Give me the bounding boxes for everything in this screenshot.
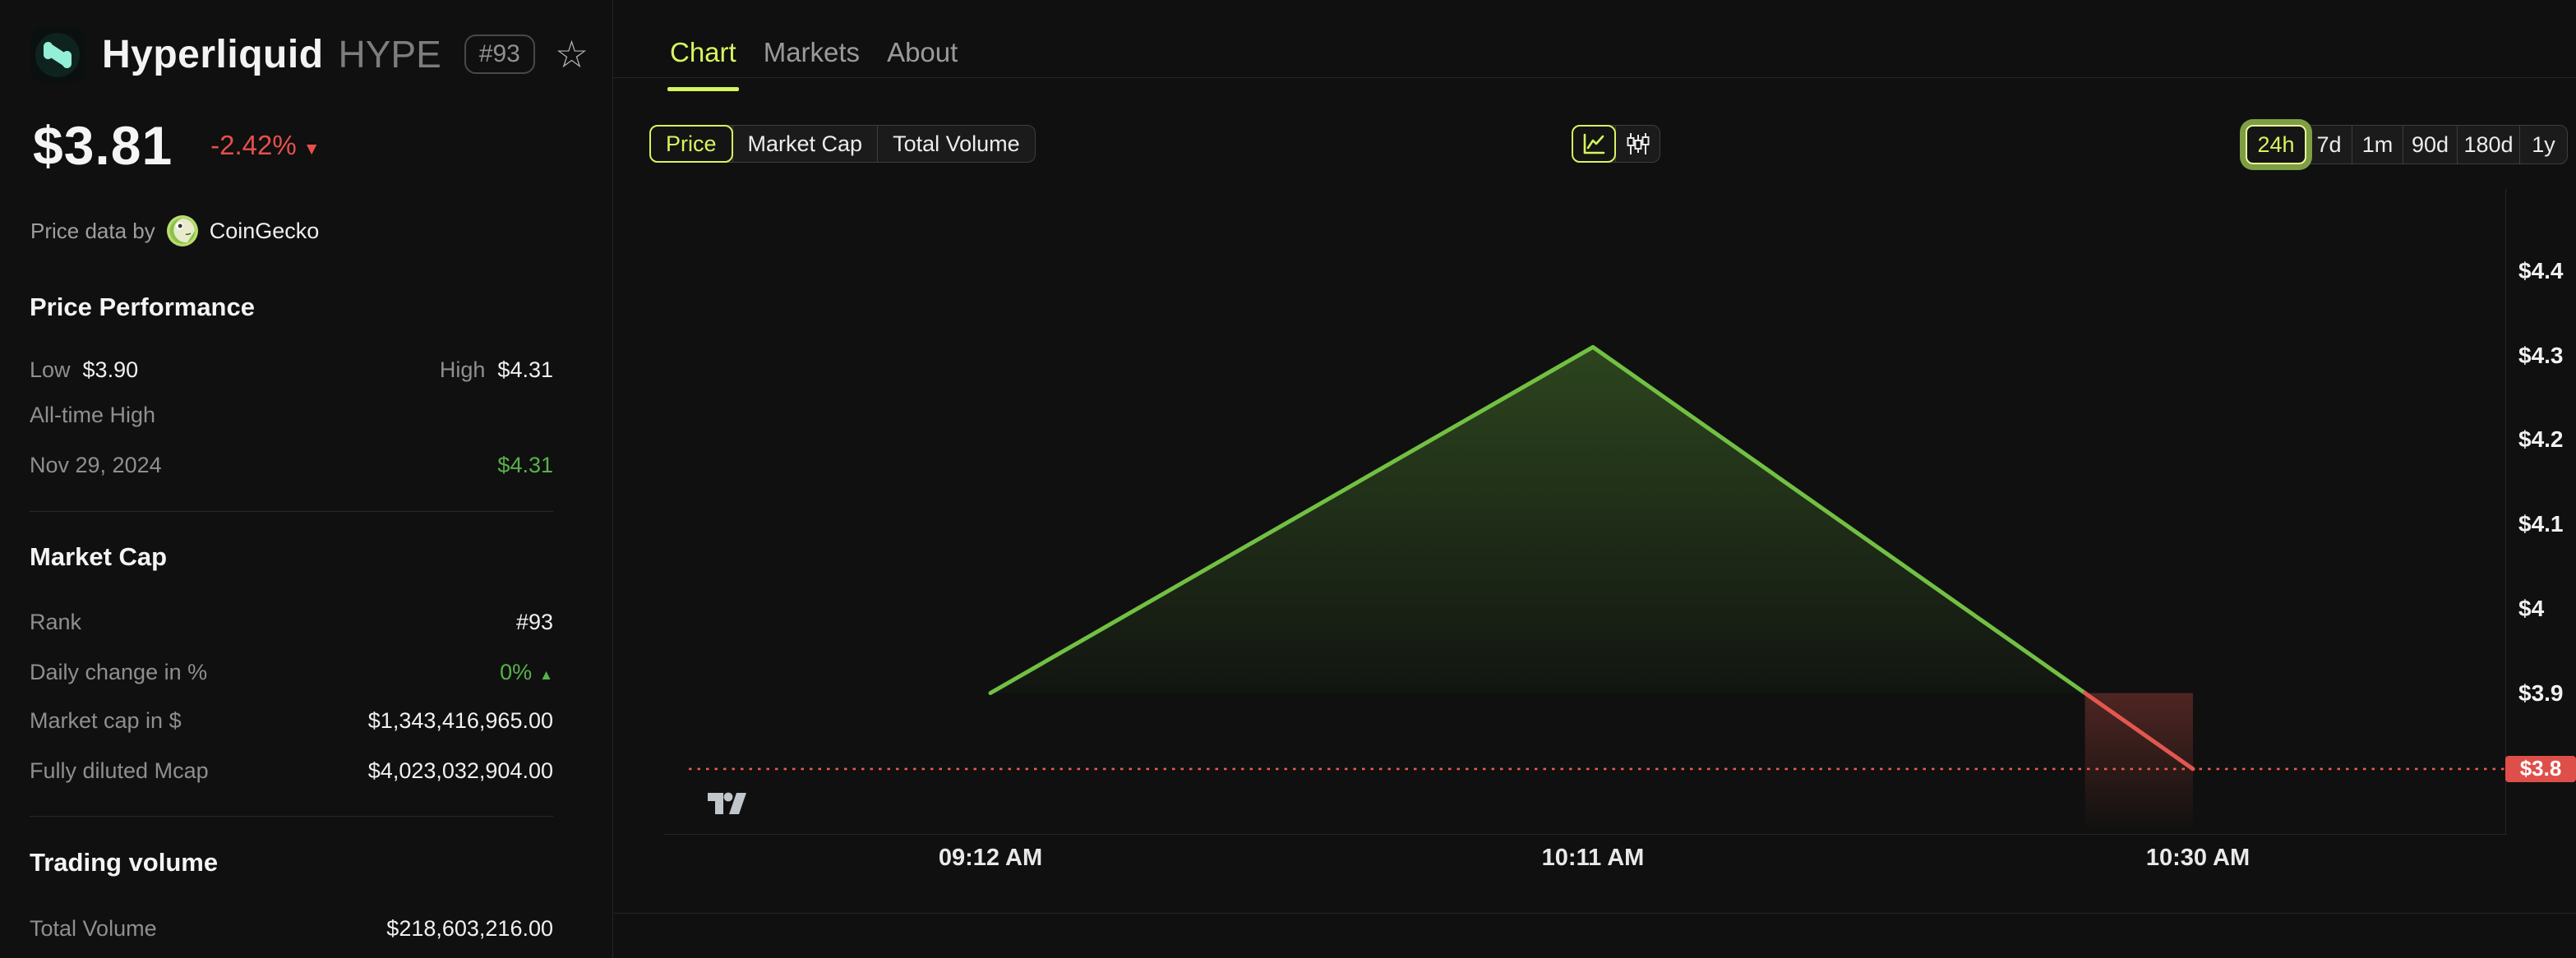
row-value: #93 — [515, 609, 553, 634]
current-price-flag: $3.8 — [2505, 755, 2576, 782]
chart-panel: Chart Markets About Price Market Cap Total V… — [613, 0, 2576, 958]
row-label: Fully diluted Mcap — [30, 758, 209, 783]
ath-value: $4.31 — [497, 452, 553, 477]
down-triangle-icon: ▼ — [302, 140, 321, 159]
x-axis-tick: 10:11 AM — [1541, 845, 1645, 871]
current-price: $3.81 — [33, 115, 173, 176]
time-range-group: 24h 7d 1m 90d 180d 1y — [2246, 125, 2568, 164]
low-high-row: Low $3.90 High $4.31 — [30, 353, 553, 386]
coingecko-icon — [166, 214, 199, 247]
y-axis-line — [2505, 189, 2506, 834]
table-row: Market cap in $ $1,343,416,965.00 — [30, 704, 553, 737]
provider-attribution: Price data by CoinGecko — [30, 214, 319, 247]
row-label: Market cap in $ — [30, 707, 182, 733]
up-triangle-icon: ▲ — [539, 666, 553, 683]
metric-button-price[interactable]: Price — [649, 125, 733, 163]
range-button-1y[interactable]: 1y — [2519, 126, 2567, 164]
high-label: High — [439, 357, 486, 382]
divider — [30, 816, 553, 817]
range-button-90d[interactable]: 90d — [2403, 126, 2457, 164]
tradingview-logo-icon[interactable] — [707, 789, 748, 822]
tab-bar: Chart Markets About — [667, 37, 958, 91]
row-label: Daily change in % — [30, 659, 208, 684]
table-row: Rank #93 — [30, 606, 553, 638]
candlestick-chart-icon[interactable] — [1615, 126, 1660, 162]
high-value: $4.31 — [497, 357, 553, 382]
tab-markets[interactable]: Markets — [764, 37, 860, 71]
tab-chart[interactable]: Chart — [667, 37, 739, 91]
metric-button-market-cap[interactable]: Market Cap — [732, 126, 878, 162]
divider — [30, 511, 553, 512]
coin-sidebar: Hyperliquid HYPE #93 ☆ $3.81 -2.42% ▼ Pri… — [0, 0, 612, 958]
row-value: $4,023,032,904.00 — [367, 758, 553, 783]
rank-badge: #93 — [464, 35, 535, 74]
row-value: $1,343,416,965.00 — [367, 707, 553, 733]
coin-name: Hyperliquid — [102, 32, 324, 76]
chart-type-toggle-group — [1572, 125, 1660, 163]
table-row: Total Volume $218,603,216.00 — [30, 912, 553, 945]
table-row: Daily change in % 0% ▲ — [30, 656, 553, 689]
x-axis-tick: 10:30 AM — [2145, 845, 2251, 871]
coin-symbol: HYPE — [338, 33, 441, 76]
section-title-market-cap: Market Cap — [30, 542, 168, 571]
y-axis-tick: $4.2 — [2518, 426, 2564, 453]
area-fill-down — [2084, 693, 2193, 834]
y-axis-tick: $3.9 — [2518, 679, 2564, 706]
provider-prefix: Price data by — [30, 218, 155, 243]
star-icon[interactable]: ☆ — [555, 35, 589, 73]
range-button-7d[interactable]: 7d — [2306, 126, 2352, 164]
range-button-24h[interactable]: 24h — [2246, 125, 2306, 164]
ath-date: Nov 29, 2024 — [30, 452, 162, 477]
price-change: -2.42% ▼ — [210, 130, 321, 160]
metric-button-total-volume[interactable]: Total Volume — [877, 126, 1035, 162]
y-axis-tick: $4.4 — [2518, 258, 2564, 283]
ath-value-row: Nov 29, 2024 $4.31 — [30, 449, 553, 481]
price-row: $3.81 -2.42% ▼ — [33, 115, 321, 176]
price-chart[interactable] — [689, 189, 2505, 834]
x-axis-line — [664, 834, 2506, 835]
line-chart-icon[interactable] — [1572, 125, 1616, 163]
y-axis-tick: $4.3 — [2518, 342, 2564, 368]
table-row: Fully diluted Mcap $4,023,032,904.00 — [30, 754, 553, 787]
x-axis-tick: 09:12 AM — [938, 845, 1043, 871]
section-title-trading-volume: Trading volume — [30, 848, 219, 877]
coin-title-row: Hyperliquid HYPE #93 ☆ — [102, 33, 589, 76]
ath-label: All-time High — [30, 402, 156, 427]
tab-divider — [613, 77, 2576, 78]
row-value: $218,603,216.00 — [386, 915, 553, 941]
area-fill-up — [990, 347, 2085, 693]
ath-label-row: All-time High — [30, 398, 553, 431]
range-button-180d[interactable]: 180d — [2457, 126, 2519, 164]
section-title-price-performance: Price Performance — [30, 292, 255, 321]
row-label: Total Volume — [30, 915, 157, 941]
low-label: Low — [30, 357, 71, 382]
section-divider — [613, 913, 2576, 914]
row-value: 0% ▲ — [500, 659, 553, 684]
tab-about[interactable]: About — [887, 37, 958, 71]
hyperliquid-logo-icon — [30, 28, 85, 82]
metric-toggle-group: Price Market Cap Total Volume — [649, 125, 1036, 163]
low-value: $3.90 — [82, 357, 139, 382]
range-button-1m[interactable]: 1m — [2352, 126, 2403, 164]
row-label: Rank — [30, 609, 82, 634]
provider-name: CoinGecko — [209, 218, 320, 243]
y-axis-tick: $4 — [2518, 595, 2545, 621]
y-axis-tick: $4.1 — [2518, 511, 2564, 537]
